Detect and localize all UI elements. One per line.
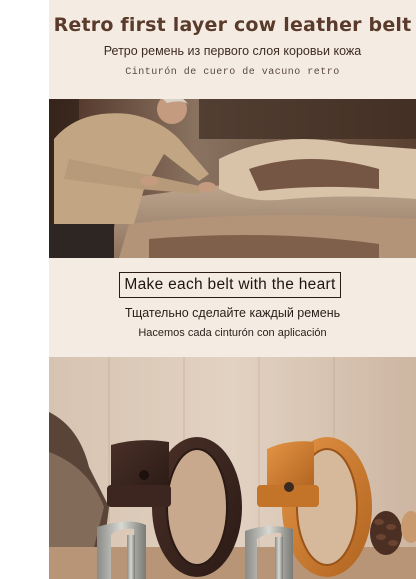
page-title: Retro first layer cow leather belt	[53, 14, 412, 36]
craftsman-illustration	[49, 99, 416, 258]
tagline-spanish: Hacemos cada cinturón con aplicación	[138, 327, 327, 339]
belts-illustration	[49, 357, 416, 579]
subtitle-spanish: Cinturón de cuero de vacuno retro	[125, 67, 340, 78]
boxed-heading: Make each belt with the heart	[119, 272, 341, 298]
subtitle-russian: Ретро ремень из первого слоя коровьи кож…	[103, 44, 362, 58]
tagline-russian: Тщательно сделайте каждый ремень	[124, 306, 341, 320]
belts-photo	[49, 357, 416, 579]
craftsman-photo	[49, 99, 416, 258]
product-detail-panel: Retro first layer cow leather belt Ретро…	[49, 0, 416, 579]
